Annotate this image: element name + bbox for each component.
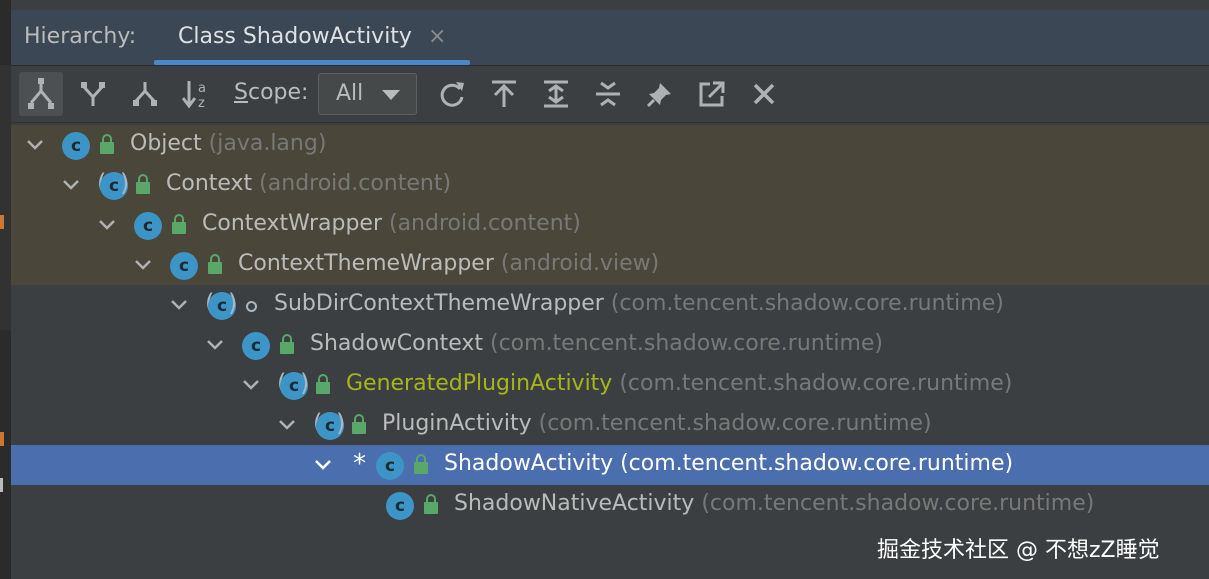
tree-row-pluginactivity[interactable]: ( c ) PluginActivity (com.tencent.shadow… <box>11 405 1209 445</box>
tree-row-object[interactable]: c Object (java.lang) <box>11 125 1209 165</box>
scope-dropdown[interactable]: All <box>318 73 417 115</box>
tree-row-contextthemewrapper[interactable]: c ContextThemeWrapper (android.view) <box>11 245 1209 285</box>
collapse-all-icon <box>596 81 620 107</box>
sort-alpha-icon: a z <box>182 81 206 109</box>
class-icon: c <box>170 252 198 280</box>
tree-row-contextwrapper[interactable]: c ContextWrapper (android.content) <box>11 205 1209 245</box>
chevron-down-icon[interactable] <box>278 416 296 434</box>
chevron-down-icon[interactable] <box>98 216 116 234</box>
tab-close-icon[interactable]: × <box>428 24 446 49</box>
tab-label: Class ShadowActivity <box>178 24 412 49</box>
scope-label-rest: cope: <box>247 80 309 105</box>
public-lock-icon <box>208 254 222 274</box>
tree-row-text: Object (java.lang) <box>130 131 327 156</box>
supertypes-hierarchy-icon <box>81 82 105 106</box>
export-button[interactable] <box>690 72 734 116</box>
editor-gutter <box>0 0 11 579</box>
tab-class-shadowactivity[interactable]: Class ShadowActivity × <box>154 10 470 65</box>
tree-row-shadownativeactivity[interactable]: c ShadowNativeActivity (com.tencent.shad… <box>11 485 1209 525</box>
chevron-down-icon[interactable] <box>242 376 260 394</box>
active-tab-indicator <box>154 60 470 65</box>
svg-text:a: a <box>198 81 206 96</box>
subtypes-icon <box>133 82 157 106</box>
chevron-down-icon <box>382 90 400 100</box>
tree-row-text: ShadowNativeActivity (com.tencent.shadow… <box>454 491 1095 516</box>
tree-row-text: SubDirContextThemeWrapper (com.tencent.s… <box>274 291 1004 316</box>
scope-value: All <box>336 81 364 106</box>
toolbar: a z Scope: All <box>11 66 1209 123</box>
public-lock-icon <box>136 174 150 194</box>
tree-row-subdircontextthemewrapper[interactable]: ( c ) SubDirContextThemeWrapper (com.ten… <box>11 285 1209 325</box>
pin-button[interactable] <box>638 72 682 116</box>
hierarchy-tree: c Object (java.lang) ( c ) Context (andr… <box>11 123 1209 579</box>
class-icon: c <box>242 332 270 360</box>
class-icon: c <box>62 132 90 160</box>
refresh-button[interactable] <box>430 72 474 116</box>
package-private-icon <box>246 301 257 312</box>
supertypes-hierarchy-button[interactable] <box>71 72 115 116</box>
public-lock-icon <box>316 374 330 394</box>
chevron-down-icon[interactable] <box>170 296 188 314</box>
tree-row-shadowactivity[interactable]: * c ShadowActivity (com.tencent.shadow.c… <box>11 445 1209 485</box>
sort-alphabetically-button[interactable]: a z <box>175 72 219 116</box>
base-on-class-button[interactable] <box>482 72 526 116</box>
tree-row-generatedpluginactivity[interactable]: ( c ) GeneratedPluginActivity (com.tence… <box>11 365 1209 405</box>
refresh-icon <box>440 82 464 107</box>
collapse-all-button[interactable] <box>586 72 630 116</box>
chevron-down-icon[interactable] <box>134 256 152 274</box>
gutter-marker <box>0 215 4 229</box>
tree-row-text: ShadowContext (com.tencent.shadow.core.r… <box>310 331 883 356</box>
tree-row-text: ShadowActivity (com.tencent.shadow.core.… <box>444 451 1014 476</box>
class-hierarchy-icon <box>28 78 54 109</box>
tree-row-shadowcontext[interactable]: c ShadowContext (com.tencent.shadow.core… <box>11 325 1209 365</box>
public-lock-icon <box>352 414 366 434</box>
abstract-marker-icon: ) <box>336 409 346 437</box>
class-icon: c <box>376 452 404 480</box>
subtypes-hierarchy-button[interactable] <box>123 72 167 116</box>
tree-row-text: ContextWrapper (android.content) <box>202 211 581 236</box>
class-icon: c <box>134 212 162 240</box>
close-button[interactable] <box>742 72 786 116</box>
watermark: 掘金技术社区 @ 不想zZ睡觉 <box>877 538 1160 563</box>
tree-row-text: PluginActivity (com.tencent.shadow.core.… <box>382 411 932 436</box>
pin-icon <box>646 83 671 108</box>
public-lock-icon <box>172 214 186 234</box>
expand-all-icon <box>544 80 568 108</box>
export-icon <box>699 81 725 107</box>
public-lock-icon <box>424 494 438 514</box>
expand-all-button[interactable] <box>534 72 578 116</box>
hierarchy-tool-window: Hierarchy: Class ShadowActivity × a z Sc… <box>0 0 1209 579</box>
arrow-up-to-bar-icon <box>492 80 516 107</box>
tree-row-context[interactable]: ( c ) Context (android.content) <box>11 165 1209 205</box>
scope-mnemonic: S <box>234 80 248 105</box>
close-icon <box>753 83 775 105</box>
chevron-down-icon[interactable] <box>62 176 80 194</box>
public-lock-icon <box>100 134 114 154</box>
class-icon: c <box>386 492 414 520</box>
class-hierarchy-button[interactable] <box>19 72 63 116</box>
tree-row-text: GeneratedPluginActivity (com.tencent.sha… <box>346 371 1013 396</box>
hierarchy-label: Hierarchy: <box>24 24 137 49</box>
public-lock-icon <box>414 454 428 474</box>
tab-bar: Hierarchy: Class ShadowActivity × <box>11 10 1209 66</box>
scope-label: Scope: <box>234 80 308 105</box>
chevron-down-icon[interactable] <box>26 136 44 154</box>
tree-row-text: ContextThemeWrapper (android.view) <box>238 251 660 276</box>
abstract-marker-icon: ) <box>120 169 130 197</box>
chevron-down-icon[interactable] <box>314 456 332 474</box>
abstract-marker-icon: ) <box>228 289 238 317</box>
svg-text:z: z <box>198 96 205 109</box>
chevron-down-icon[interactable] <box>206 336 224 354</box>
gutter-marker <box>0 478 3 492</box>
gutter-marker <box>0 432 4 446</box>
abstract-marker-icon: ) <box>300 369 310 397</box>
current-class-marker: * <box>353 449 366 479</box>
gutter-panel <box>0 65 11 330</box>
public-lock-icon <box>280 334 294 354</box>
tree-row-text: Context (android.content) <box>166 171 452 196</box>
